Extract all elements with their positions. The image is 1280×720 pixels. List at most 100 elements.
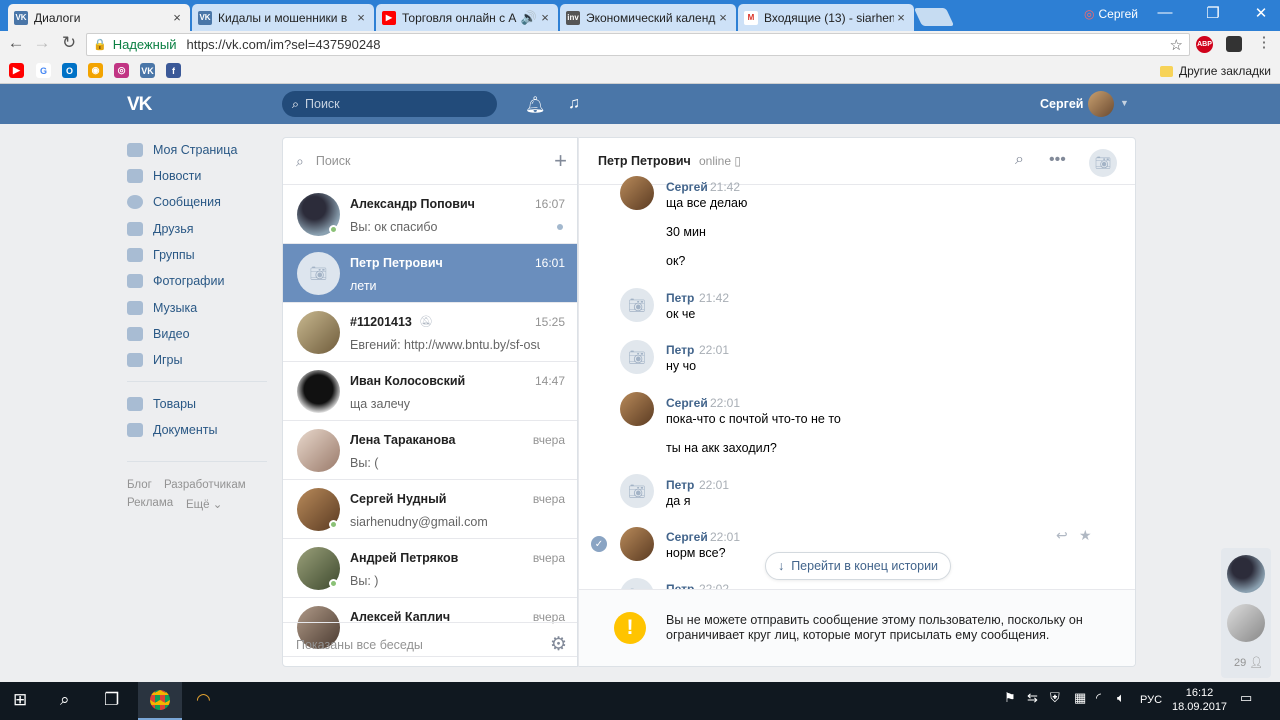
clock[interactable]: 16:12 18.09.2017 xyxy=(1172,686,1227,714)
close-icon[interactable]: × xyxy=(354,10,368,25)
chrome-menu-icon[interactable]: ⋮ xyxy=(1252,33,1276,51)
jump-to-end-button[interactable]: ↓ Перейти в конец истории xyxy=(765,552,951,580)
tab-calendar[interactable]: inv Экономический календ × xyxy=(560,4,736,31)
tab-trading[interactable]: ▶ Торговля онлайн с А 🔊 × xyxy=(376,4,558,31)
google-bookmark-icon[interactable]: G xyxy=(36,63,51,78)
search-icon[interactable]: ⌕ xyxy=(1015,151,1024,169)
menu-documents[interactable]: Документы xyxy=(127,420,217,440)
dialog-item[interactable]: Андрей Петряков Вы: ) вчера xyxy=(283,539,577,598)
notifications-icon[interactable]: ▭ xyxy=(1240,690,1252,706)
menu-music[interactable]: Музыка xyxy=(127,298,197,318)
camera-icon: 📷︎ xyxy=(297,252,340,295)
other-bookmarks[interactable]: Другие закладки xyxy=(1160,64,1271,78)
tab-dialogs[interactable]: VK Диалоги × xyxy=(8,4,190,31)
check-icon[interactable]: ✓ xyxy=(591,536,607,552)
messages-icon xyxy=(127,195,143,209)
app-icon[interactable]: ◠ xyxy=(196,690,211,710)
adblock-icon[interactable]: ABP xyxy=(1196,36,1213,53)
notifications-bell-icon[interactable]: 🔔︎ xyxy=(525,95,545,115)
tab-gmail[interactable]: M Входящие (13) - siarhen × xyxy=(738,4,914,31)
bookmark-star-icon[interactable]: ☆ xyxy=(1170,36,1183,54)
address-bar[interactable]: 🔒 Надежный https://vk.com/im?sel=4375902… xyxy=(86,33,1190,56)
close-icon[interactable]: × xyxy=(170,10,184,25)
outlook-bookmark-icon[interactable]: O xyxy=(62,63,77,78)
volume-icon[interactable]: 🔈︎ xyxy=(1117,690,1125,706)
forward-button[interactable]: → xyxy=(30,33,54,53)
vk-search-input[interactable]: ⌕ Поиск xyxy=(282,91,497,117)
gear-icon[interactable]: ⚙ xyxy=(550,633,567,656)
footer-ads-link[interactable]: Реклама xyxy=(127,497,173,509)
footer-more-link[interactable]: Ещё ⌄ xyxy=(186,497,222,511)
chrome-profile-button[interactable]: ◎ Сергей xyxy=(1084,7,1138,21)
vk-bookmark-icon[interactable]: VK xyxy=(140,63,155,78)
dialog-item[interactable]: Сергей Нудный siarhenudny@gmail.com вчер… xyxy=(283,480,577,539)
vk-logo[interactable]: VK xyxy=(127,94,152,116)
instagram-bookmark-icon[interactable]: ◎ xyxy=(114,63,129,78)
menu-video[interactable]: Видео xyxy=(127,324,190,344)
back-button[interactable]: ← xyxy=(4,33,28,53)
menu-my-page[interactable]: Моя Страница xyxy=(127,140,237,160)
menu-goods[interactable]: Товары xyxy=(127,394,196,414)
avatar[interactable] xyxy=(1227,604,1265,642)
close-icon[interactable]: × xyxy=(716,10,730,25)
close-icon[interactable]: × xyxy=(538,10,552,25)
search-icon[interactable]: ⌕ xyxy=(60,690,70,710)
close-icon[interactable]: × xyxy=(894,10,908,25)
dialog-item[interactable]: Иван Колосовский ща залечу 14:47 xyxy=(283,362,577,421)
windows-start-icon[interactable]: ⊞ xyxy=(13,690,27,710)
chat-title[interactable]: Петр Петрович xyxy=(598,154,691,168)
footer-developers-link[interactable]: Разработчикам xyxy=(164,479,246,491)
music-icon[interactable]: ♫ xyxy=(568,95,580,113)
minimize-button[interactable]: — xyxy=(1150,4,1180,21)
camera-icon[interactable]: 📷︎ xyxy=(620,288,654,322)
folder-icon xyxy=(1160,65,1173,77)
menu-groups[interactable]: Группы xyxy=(127,245,195,265)
maximize-button[interactable]: ❐ xyxy=(1198,4,1228,22)
tab-kidaly[interactable]: VK Кидалы и мошенники в × xyxy=(192,4,374,31)
more-icon[interactable]: ••• xyxy=(1049,151,1066,169)
menu-news[interactable]: Новости xyxy=(127,166,201,186)
friends-online-count[interactable]: 29 👤︎ xyxy=(1234,656,1263,669)
chevron-down-icon[interactable]: ▼ xyxy=(1120,98,1129,108)
close-window-button[interactable]: ✕ xyxy=(1246,4,1276,22)
language-indicator[interactable]: РУС xyxy=(1140,694,1162,706)
wifi-icon[interactable]: ◜ xyxy=(1096,690,1101,706)
header-user-name[interactable]: Сергей xyxy=(1040,97,1083,111)
extension-icon[interactable] xyxy=(1226,36,1242,52)
camera-icon xyxy=(127,274,143,288)
avatar[interactable] xyxy=(620,176,654,210)
network-icon[interactable]: ▦ xyxy=(1074,690,1086,706)
tray-icon[interactable]: ⇆ xyxy=(1027,690,1038,706)
audio-icon[interactable]: 🔊 xyxy=(520,10,538,26)
reload-button[interactable]: ↻ xyxy=(57,33,81,53)
shield-icon[interactable]: ⛨ xyxy=(1050,690,1060,706)
avatar[interactable] xyxy=(620,392,654,426)
reply-icon[interactable]: ↩ xyxy=(1056,527,1068,544)
dialog-item[interactable]: Александр Попович Вы: ок спасибо 16:07 xyxy=(283,185,577,244)
menu-messages[interactable]: Сообщения xyxy=(127,192,221,212)
dialogs-search-input[interactable]: ⌕ Поиск + xyxy=(283,138,577,185)
online-status: online ▯ xyxy=(699,154,741,168)
header-avatar[interactable] xyxy=(1088,91,1114,117)
avatar[interactable] xyxy=(1227,555,1265,593)
dialog-item-active[interactable]: 📷︎ Петр Петрович лети 16:01 xyxy=(283,244,577,303)
camera-icon[interactable]: 📷︎ xyxy=(620,474,654,508)
task-view-icon[interactable]: ❐ xyxy=(104,690,119,710)
tray-icon[interactable]: ⚑ xyxy=(1004,690,1016,706)
facebook-bookmark-icon[interactable]: f xyxy=(166,63,181,78)
camera-icon[interactable]: 📷︎ xyxy=(1089,149,1117,177)
dialog-item[interactable]: Лена Тараканова Вы: ( вчера xyxy=(283,421,577,480)
new-conversation-icon[interactable]: + xyxy=(554,148,567,174)
chrome-icon xyxy=(150,690,170,710)
star-icon[interactable]: ★ xyxy=(1079,527,1092,544)
menu-games[interactable]: Игры xyxy=(127,350,182,370)
menu-friends[interactable]: Друзья xyxy=(127,219,194,239)
dialog-item[interactable]: #11201413 🔕︎ Евгений: http://www.bntu.by… xyxy=(283,303,577,362)
camera-icon[interactable]: 📷︎ xyxy=(620,340,654,374)
footer-blog-link[interactable]: Блог xyxy=(127,479,152,491)
bookmark-icon[interactable]: ◉ xyxy=(88,63,103,78)
menu-photos[interactable]: Фотографии xyxy=(127,271,224,291)
avatar[interactable] xyxy=(620,527,654,561)
youtube-bookmark-icon[interactable]: ▶ xyxy=(9,63,24,78)
user-icon: 👤︎ xyxy=(1249,657,1264,669)
